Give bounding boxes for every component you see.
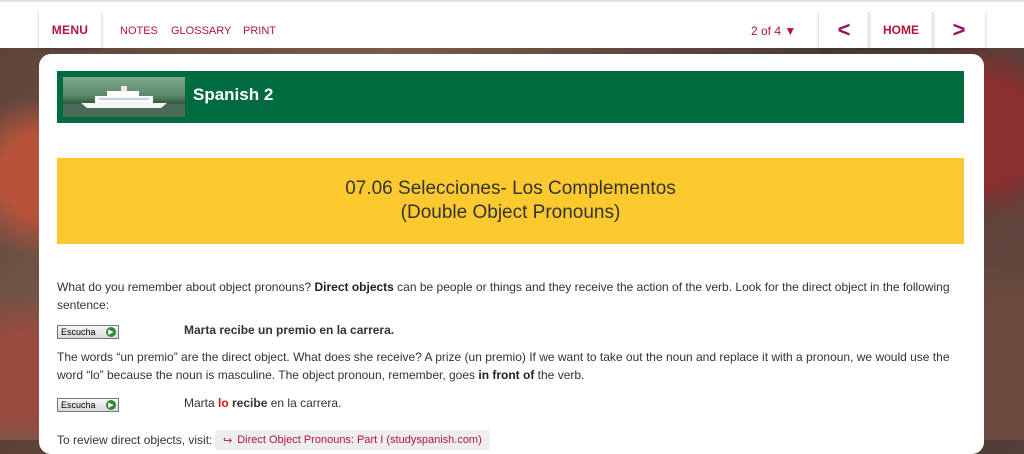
previous-page-button[interactable]: <	[818, 12, 870, 48]
print-link[interactable]: PRINT	[243, 25, 276, 37]
intro-text: What do you remember about object pronou…	[57, 280, 315, 294]
example2-verb: recibe	[232, 396, 268, 410]
play-icon: ▶	[106, 327, 116, 337]
course-banner: Spanish 2	[57, 71, 964, 123]
menu-button[interactable]: MENU	[38, 12, 102, 48]
next-page-button[interactable]: >	[932, 12, 986, 48]
example-sentence-1: Marta recibe un premio en la carrera.	[184, 323, 395, 337]
glossary-link[interactable]: GLOSSARY	[171, 25, 231, 37]
course-title: Spanish 2	[193, 85, 274, 104]
home-button[interactable]: HOME	[868, 12, 934, 48]
external-link-icon: ↪	[223, 434, 233, 447]
home-label: HOME	[883, 23, 919, 37]
page-selector[interactable]: 2 of 4 ▼	[751, 24, 796, 38]
explanation-paragraph: The words “un premio” are the direct obj…	[57, 348, 957, 384]
escucha-audio-button-2[interactable]: Escucha ▶	[57, 398, 119, 412]
intro-bold-text: Direct objects	[314, 280, 394, 294]
review-link-button[interactable]: ↪ Direct Object Pronouns: Part I (studys…	[215, 430, 490, 450]
ship-illustration	[63, 86, 185, 117]
content-panel: Spanish 2 07.06 Selecciones- Los Complem…	[39, 54, 984, 454]
escucha-label: Escucha	[61, 327, 96, 337]
escucha-label: Escucha	[61, 400, 96, 410]
explanation-text-end: the verb.	[534, 368, 585, 382]
review-link-label: Direct Object Pronouns: Part I (studyspa…	[237, 434, 482, 446]
example2-pronoun: lo	[218, 396, 229, 410]
example-sentence-2: Marta lo recibe en la carrera.	[184, 396, 341, 410]
intro-paragraph: What do you remember about object pronou…	[57, 278, 957, 314]
escucha-audio-button-1[interactable]: Escucha ▶	[57, 325, 119, 339]
explanation-bold-text: in front of	[478, 368, 535, 382]
chevron-left-icon: <	[837, 17, 851, 42]
example2-subject: Marta	[184, 396, 219, 410]
review-text: To review direct objects, visit:	[57, 433, 213, 447]
example2-rest: en la carrera.	[267, 396, 342, 410]
lesson-title: 07.06 Selecciones- Los Complementos	[345, 178, 676, 199]
chevron-right-icon: >	[952, 17, 966, 42]
cruise-ship-image	[63, 77, 185, 117]
lesson-title-box: 07.06 Selecciones- Los Complementos (Dou…	[57, 158, 964, 244]
notes-link[interactable]: NOTES	[120, 25, 158, 37]
play-icon: ▶	[106, 400, 116, 410]
top-nav-bar: MENU NOTES GLOSSARY PRINT 2 of 4 ▼ < HOM…	[0, 0, 1024, 48]
lesson-subtitle: (Double Object Pronouns)	[400, 202, 621, 223]
